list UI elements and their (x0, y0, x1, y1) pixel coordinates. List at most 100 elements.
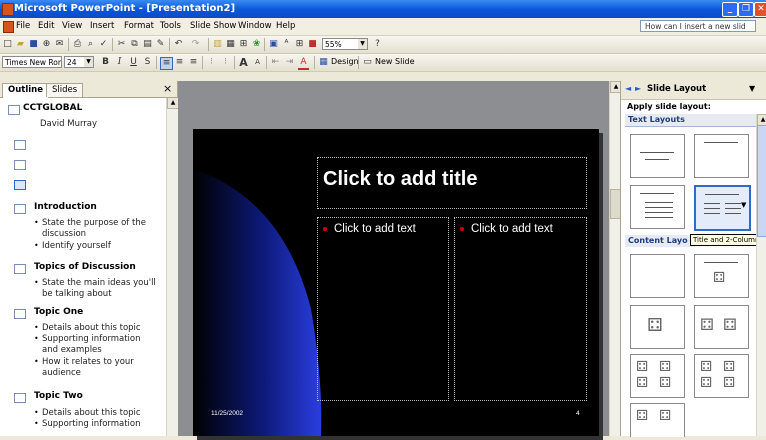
layout-content-partial[interactable]: ⚃ ⚃ (630, 403, 685, 437)
bullets-icon[interactable]: ⁝ (220, 57, 231, 68)
outline-bullet: discussion (42, 229, 87, 239)
align-right-icon[interactable]: ≡ (188, 57, 199, 68)
layout-title-and-content[interactable]: ⚃ (694, 254, 749, 298)
design-button[interactable]: Design (331, 57, 359, 66)
slide-4-icon[interactable] (14, 180, 26, 190)
menu-file[interactable]: File (16, 21, 30, 31)
permission-icon[interactable]: ⊕ (41, 39, 52, 50)
task-pane-scrollbar[interactable]: ▲ (756, 114, 766, 436)
open-icon[interactable]: ▰ (15, 39, 26, 50)
menu-view[interactable]: View (62, 21, 82, 31)
new-slide-button[interactable]: New Slide (375, 57, 415, 66)
ask-a-question-input[interactable]: How can I insert a new slid (640, 20, 756, 32)
scrollbar-thumb[interactable] (757, 125, 766, 237)
numbering-icon[interactable]: ⁝ (206, 57, 217, 68)
close-pane-icon[interactable]: × (163, 82, 172, 95)
layout-content[interactable]: ⚃ (630, 305, 685, 349)
menu-tools[interactable]: Tools (160, 21, 181, 31)
format-painter-icon[interactable]: ✎ (155, 39, 166, 50)
menu-edit[interactable]: Edit (38, 21, 54, 31)
menu-window[interactable]: Window (238, 21, 272, 31)
powerpoint-app-icon[interactable] (2, 3, 14, 16)
tab-outline[interactable]: Outline (2, 83, 49, 98)
font-color-button[interactable]: A (298, 57, 309, 70)
outline-bullet: State the main ideas you'll (42, 278, 156, 288)
chevron-down-icon: ▼ (84, 57, 93, 67)
tab-slides[interactable]: Slides (46, 83, 84, 97)
title-placeholder[interactable]: Click to add title (317, 157, 587, 209)
cut-icon[interactable]: ✂ (116, 39, 127, 50)
color-grayscale-icon[interactable]: ■ (307, 39, 318, 50)
paste-icon[interactable]: ▤ (142, 39, 153, 50)
bold-button[interactable]: B (100, 57, 111, 68)
align-left-icon[interactable]: ≡ (160, 57, 173, 70)
left-content-placeholder[interactable]: Click to add text (317, 217, 449, 401)
font-name-combo[interactable]: Times New Roman (2, 56, 62, 68)
spelling-icon[interactable]: ✓ (98, 39, 109, 50)
menu-slide-show[interactable]: Slide Show (190, 21, 236, 31)
restore-button[interactable]: ❐ (738, 2, 754, 17)
bullet-dot (323, 227, 327, 231)
layout-blank[interactable] (630, 254, 685, 298)
text-layouts-label: Text Layouts (628, 115, 685, 124)
shadow-button[interactable]: S (142, 57, 153, 68)
save-icon[interactable]: ■ (28, 39, 39, 50)
menu-help[interactable]: Help (276, 21, 295, 31)
right-placeholder-text: Click to add text (471, 223, 553, 235)
minimize-button[interactable]: _ (722, 2, 738, 17)
font-size-combo[interactable]: 24 ▼ (64, 56, 94, 68)
help-icon[interactable]: ? (372, 39, 383, 50)
new-icon[interactable]: □ (2, 39, 13, 50)
left-placeholder-text: Click to add text (334, 223, 416, 235)
slide-3-icon[interactable] (14, 160, 26, 170)
italic-button[interactable]: I (114, 57, 125, 68)
grid-icon[interactable]: ⊞ (294, 39, 305, 50)
decrease-font-size-button[interactable]: A (252, 57, 263, 68)
copy-icon[interactable]: ⧉ (129, 39, 140, 50)
email-icon[interactable]: ✉ (54, 39, 65, 50)
layout-title-slide[interactable] (630, 134, 685, 178)
center-icon[interactable]: ≡ (174, 57, 185, 68)
layout-title-and-2-column-text[interactable]: ▼ (694, 185, 751, 231)
layout-title-only[interactable] (694, 134, 749, 178)
outline-scrollbar[interactable]: ▲ (166, 97, 179, 436)
slide-icon (8, 105, 20, 115)
decrease-indent-icon[interactable]: ⇤ (270, 57, 281, 68)
document-icon[interactable] (3, 21, 14, 33)
close-window-button[interactable]: ✕ (754, 2, 766, 17)
task-pane: ◄ ► Slide Layout ▼ Apply slide layout: T… (620, 81, 766, 437)
underline-button[interactable]: U (128, 57, 139, 68)
print-icon[interactable]: ⎙ (72, 39, 83, 50)
outline-bullet: Identify yourself (42, 241, 111, 251)
insert-diagram-icon[interactable]: ❀ (251, 39, 262, 50)
chevron-down-icon[interactable]: ▼ (741, 201, 746, 209)
layout-title-and-four-content[interactable]: ⚃ ⚃ ⚃ ⚃ (694, 354, 749, 398)
menu-format[interactable]: Format (124, 21, 154, 31)
zoom-combo[interactable]: 55% ▼ (322, 38, 368, 50)
back-arrow-icon[interactable]: ◄ (625, 84, 631, 93)
slide-canvas[interactable]: Click to add title Click to add text Cli… (193, 129, 599, 436)
task-pane-menu-icon[interactable]: ▼ (749, 84, 755, 93)
insert-table-icon[interactable]: ▦ (225, 39, 236, 50)
right-content-placeholder[interactable]: Click to add text (454, 217, 587, 401)
forward-arrow-icon[interactable]: ► (635, 84, 641, 93)
layout-content-over-content[interactable]: ⚃ ⚃ ⚃ ⚃ (630, 354, 685, 398)
tables-borders-icon[interactable]: ⊞ (238, 39, 249, 50)
slide-6-title: Topics of Discussion (34, 262, 136, 272)
redo-icon[interactable]: ↷ (190, 39, 201, 50)
insert-chart-icon[interactable]: ▥ (212, 39, 223, 50)
undo-icon[interactable]: ↶ (173, 39, 184, 50)
show-formatting-icon[interactable]: ᴬ (281, 39, 292, 50)
apply-layout-label: Apply slide layout: (627, 102, 711, 111)
layout-two-content[interactable]: ⚃ ⚃ (694, 305, 749, 349)
print-preview-icon[interactable]: ⌕ (85, 39, 96, 50)
layout-title-and-text[interactable] (630, 185, 685, 229)
menu-insert[interactable]: Insert (90, 21, 114, 31)
bullet-dot: • (34, 278, 39, 287)
increase-indent-icon[interactable]: ⇥ (284, 57, 295, 68)
slide-2-icon[interactable] (14, 140, 26, 150)
outline-bullet: audience (42, 368, 81, 378)
expand-all-icon[interactable]: ▣ (268, 39, 279, 50)
increase-font-size-button[interactable]: A (238, 57, 249, 68)
content-icon: ⚃ (636, 408, 649, 424)
